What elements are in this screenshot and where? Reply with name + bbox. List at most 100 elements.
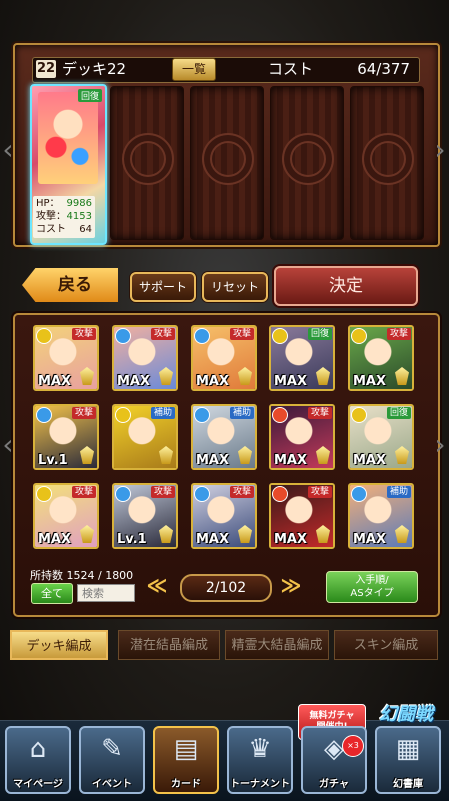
card-item[interactable]: 攻撃 MAX (191, 325, 257, 391)
card-type-badge: 回復 (307, 328, 332, 340)
nav-label: ガチャ (319, 779, 349, 790)
hp-value: 9986 (66, 198, 92, 209)
deck-name: デッキ22 (62, 60, 127, 78)
card-level: MAX (196, 532, 230, 547)
card-type-badge: 攻撃 (386, 328, 411, 340)
element-icon (115, 486, 131, 502)
element-icon (351, 486, 367, 502)
gacha-count-badge: ×3 (342, 735, 364, 757)
sort-line-1: 入手順/ (355, 575, 389, 586)
filter-all-button[interactable]: 全て (31, 583, 73, 604)
nav-card[interactable]: ▤ カード (153, 726, 219, 794)
reset-button[interactable]: リセット (202, 272, 268, 302)
card-item[interactable]: 攻撃 MAX (348, 325, 414, 391)
crown-icon: ♛ (248, 734, 272, 764)
tab-deck-edit[interactable]: デッキ編成 (10, 630, 108, 660)
card-level: MAX (353, 453, 387, 468)
deck-slot-empty[interactable] (190, 86, 264, 240)
cost-stat-label: コスト (36, 224, 66, 235)
element-icon (272, 486, 288, 502)
event-logo[interactable]: 幻闘戦 (366, 702, 446, 728)
card-type-badge: 攻撃 (71, 328, 96, 340)
sort-button[interactable]: 入手順/ ASタイプ (326, 571, 418, 603)
search-input[interactable]: 検索 (77, 584, 135, 602)
card-item[interactable]: 攻撃 MAX (33, 483, 99, 549)
cost-value: 64/377 (357, 60, 410, 78)
seal-icon (202, 133, 254, 185)
card-type-badge: 攻撃 (307, 486, 332, 498)
card-item[interactable]: 回復 MAX (269, 325, 335, 391)
deck-list-button[interactable]: 一覧 (172, 58, 216, 81)
back-button[interactable]: 戻る (22, 268, 118, 302)
nav-library[interactable]: ▦ 幻書庫 (375, 726, 441, 794)
element-icon (194, 328, 210, 344)
next-page-side-arrow-icon[interactable]: › (432, 430, 448, 460)
deck-slot-empty[interactable] (350, 86, 424, 240)
element-icon (272, 407, 288, 423)
event-icon: ✎ (101, 734, 123, 764)
card-item[interactable]: 攻撃 MAX (269, 483, 335, 549)
library-icon: ▦ (395, 734, 421, 764)
confirm-button[interactable]: 決定 (274, 266, 418, 306)
element-icon (351, 407, 367, 423)
prev-deck-arrow-icon[interactable]: ‹ (0, 135, 16, 165)
card-type-badge: 攻撃 (71, 407, 96, 419)
card-item[interactable]: 回復 MAX (348, 404, 414, 470)
card-item[interactable]: 補助 (112, 404, 178, 470)
card-type-badge: 補助 (150, 407, 175, 419)
card-level: Lv.1 (38, 453, 68, 468)
element-icon (36, 328, 52, 344)
nav-mypage[interactable]: ⌂ マイページ (5, 726, 71, 794)
card-item[interactable]: 攻撃 MAX (112, 325, 178, 391)
next-page-icon[interactable]: ≫ (274, 574, 308, 596)
tab-latent-crystal[interactable]: 潜在結晶編成 (118, 630, 220, 660)
element-icon (115, 407, 131, 423)
element-icon (36, 486, 52, 502)
card-level: MAX (196, 374, 230, 389)
prev-page-side-arrow-icon[interactable]: ‹ (0, 430, 16, 460)
card-level: MAX (353, 374, 387, 389)
cost-label: コスト (268, 60, 314, 78)
tab-skin[interactable]: スキン編成 (334, 630, 438, 660)
hp-label: HP： (36, 198, 60, 209)
card-type-badge: 回復 (386, 407, 411, 419)
card-item[interactable]: 攻撃 MAX (269, 404, 335, 470)
deck-number: 22 (36, 60, 56, 78)
card-level: Lv.1 (117, 532, 147, 547)
support-button[interactable]: サポート (130, 272, 196, 302)
nav-label: マイページ (13, 779, 63, 790)
tab-spirit-crystal[interactable]: 精霊大結晶編成 (225, 630, 329, 660)
card-type-badge: 攻撃 (150, 486, 175, 498)
card-item[interactable]: 攻撃 MAX (191, 483, 257, 549)
nav-event[interactable]: ✎ イベント (79, 726, 145, 794)
back-label: 戻る (58, 275, 92, 295)
card-level: MAX (38, 532, 72, 547)
element-icon (194, 486, 210, 502)
card-type-badge: 攻撃 (71, 486, 96, 498)
card-level: MAX (196, 453, 230, 468)
card-item[interactable]: 攻撃 Lv.1 (33, 404, 99, 470)
house-icon: ⌂ (29, 734, 47, 764)
card-type-badge: 攻撃 (307, 407, 332, 419)
element-icon (115, 328, 131, 344)
next-deck-arrow-icon[interactable]: › (432, 135, 448, 165)
deck-slot-empty[interactable] (270, 86, 344, 240)
page-indicator: 2/102 (180, 574, 272, 602)
deck-slot-empty[interactable] (110, 86, 184, 240)
card-type-badge: 攻撃 (229, 486, 254, 498)
card-level: MAX (274, 374, 308, 389)
nav-label: トーナメント (230, 779, 290, 790)
card-level: MAX (274, 532, 308, 547)
nav-tournament[interactable]: ♛ トーナメント (227, 726, 293, 794)
card-item[interactable]: 補助 MAX (191, 404, 257, 470)
atk-label: 攻撃： (36, 211, 66, 222)
card-level: MAX (274, 453, 308, 468)
card-item[interactable]: 補助 MAX (348, 483, 414, 549)
card-item[interactable]: 攻撃 Lv.1 (112, 483, 178, 549)
prev-page-icon[interactable]: ≪ (140, 574, 174, 596)
card-level: MAX (353, 532, 387, 547)
sort-line-2: ASタイプ (350, 588, 394, 599)
element-icon (351, 328, 367, 344)
card-item[interactable]: 攻撃 MAX (33, 325, 99, 391)
card-level: MAX (117, 374, 151, 389)
